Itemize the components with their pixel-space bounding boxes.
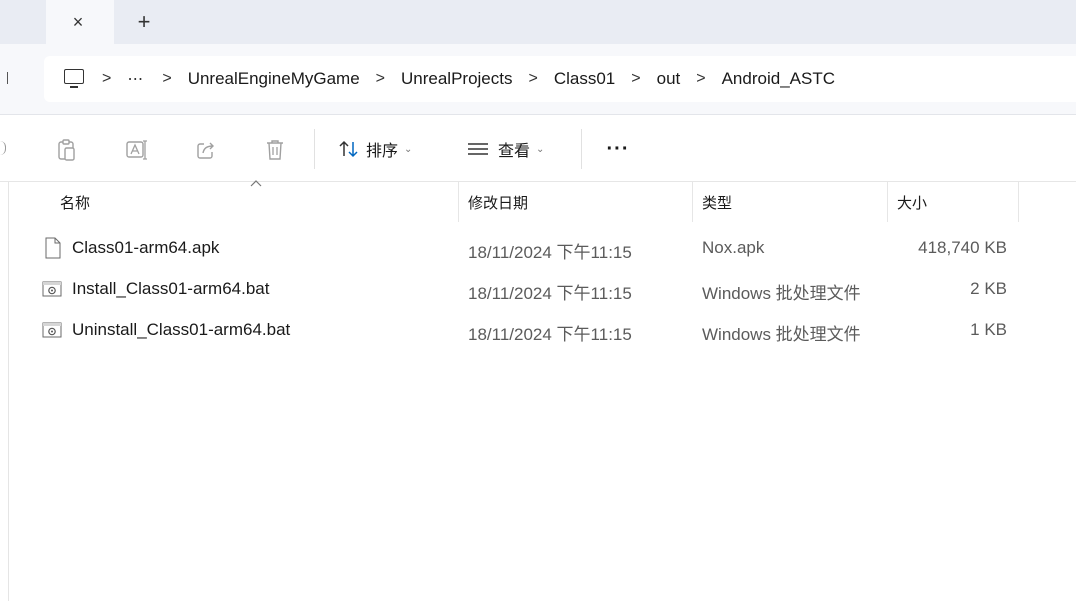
paste-button[interactable] <box>54 137 80 163</box>
breadcrumb-separator[interactable]: > <box>162 70 171 88</box>
file-size: 2 KB <box>970 279 1007 298</box>
file-type: Windows 批处理文件 <box>702 284 861 303</box>
address-bar-row: > ⋯ > UnrealEngineMyGame > UnrealProject… <box>0 44 1076 114</box>
column-divider[interactable] <box>692 182 693 222</box>
rename-button[interactable] <box>124 137 150 163</box>
generic-file-icon <box>45 237 61 259</box>
file-size: 1 KB <box>970 320 1007 339</box>
sort-label: 排序 <box>366 143 399 160</box>
breadcrumb-separator[interactable]: > <box>376 70 385 88</box>
paste-icon <box>58 139 75 161</box>
cut-icon <box>0 141 6 155</box>
breadcrumb-separator[interactable]: > <box>529 70 538 88</box>
column-header-modified[interactable]: 修改日期 <box>468 192 528 213</box>
breadcrumb-separator[interactable]: > <box>102 70 111 88</box>
column-divider[interactable] <box>458 182 459 222</box>
column-divider[interactable] <box>1018 182 1019 222</box>
column-headers: 名称 修改日期 类型 大小 <box>0 180 1076 222</box>
breadcrumb-item-current[interactable]: Android_ASTC <box>722 69 835 89</box>
more-icon: ··· <box>606 137 630 160</box>
batch-file-icon <box>42 322 62 338</box>
file-row[interactable]: Uninstall_Class01-arm64.bat 18/11/2024 下… <box>0 310 1076 351</box>
plus-icon: + <box>137 9 151 34</box>
breadcrumb-separator[interactable]: > <box>696 70 705 88</box>
file-row[interactable]: Install_Class01-arm64.bat 18/11/2024 下午1… <box>0 269 1076 310</box>
close-tab-button[interactable]: × <box>64 8 92 36</box>
view-icon <box>468 143 488 155</box>
file-type: Nox.apk <box>702 238 765 257</box>
chevron-down-icon: ⌄ <box>404 143 413 155</box>
file-modified: 18/11/2024 下午11:15 <box>468 325 632 344</box>
batch-file-icon <box>42 281 62 297</box>
file-name[interactable]: Install_Class01-arm64.bat <box>72 279 269 299</box>
share-button[interactable] <box>193 137 219 163</box>
sort-button[interactable]: 排序 ⌄ <box>338 135 412 163</box>
breadcrumb-overflow-button[interactable]: ⋯ <box>127 69 144 89</box>
delete-button[interactable] <box>262 137 288 163</box>
file-modified: 18/11/2024 下午11:15 <box>468 284 632 303</box>
new-tab-button[interactable]: + <box>130 8 158 36</box>
tab-strip: × + <box>0 0 1076 44</box>
breadcrumb-item[interactable]: out <box>657 69 681 89</box>
file-name[interactable]: Class01-arm64.apk <box>72 238 219 258</box>
toolbar-divider <box>314 129 315 169</box>
sort-ascending-icon <box>250 180 262 187</box>
breadcrumb-item[interactable]: UnrealProjects <box>401 69 513 89</box>
breadcrumb-item[interactable]: Class01 <box>554 69 615 89</box>
file-name[interactable]: Uninstall_Class01-arm64.bat <box>72 320 290 340</box>
toolbar-divider <box>581 129 582 169</box>
breadcrumb-separator[interactable]: > <box>631 70 640 88</box>
this-pc-icon[interactable] <box>62 67 86 91</box>
file-modified: 18/11/2024 下午11:15 <box>468 243 632 262</box>
breadcrumb-item[interactable]: UnrealEngineMyGame <box>188 69 360 89</box>
more-options-button[interactable]: ··· <box>603 135 633 163</box>
column-header-name[interactable]: 名称 <box>60 192 90 213</box>
delete-icon <box>267 140 283 160</box>
file-size: 418,740 KB <box>918 238 1007 257</box>
file-row[interactable]: Class01-arm64.apk 18/11/2024 下午11:15 Nox… <box>0 228 1076 269</box>
sort-icon <box>339 140 358 158</box>
address-bar[interactable]: > ⋯ > UnrealEngineMyGame > UnrealProject… <box>44 56 1076 102</box>
breadcrumb: > ⋯ > UnrealEngineMyGame > UnrealProject… <box>44 56 835 102</box>
share-icon <box>197 142 214 159</box>
refresh-icon[interactable] <box>2 72 8 84</box>
view-label: 查看 <box>498 143 531 160</box>
view-button[interactable]: 查看 ⌄ <box>466 135 544 163</box>
column-header-type[interactable]: 类型 <box>702 192 732 213</box>
column-header-size[interactable]: 大小 <box>897 192 927 213</box>
file-type: Windows 批处理文件 <box>702 325 861 344</box>
chevron-down-icon: ⌄ <box>536 143 545 155</box>
command-bar: 排序 ⌄ 查看 ⌄ ··· <box>0 115 1076 181</box>
rename-icon <box>126 140 147 160</box>
column-divider[interactable] <box>887 182 888 222</box>
close-icon: × <box>72 11 84 32</box>
